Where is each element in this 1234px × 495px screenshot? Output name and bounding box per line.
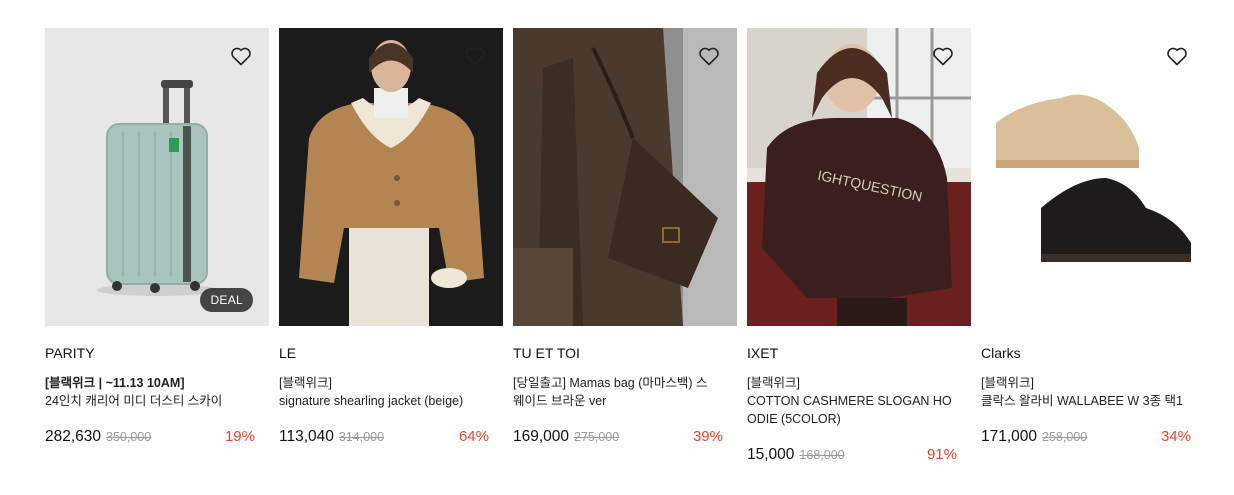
product-row: DEAL PARITY [블랙위크 | ~11.13 10AM] 24인치 캐리… bbox=[0, 0, 1234, 495]
product-title[interactable]: [블랙위크 | ~11.13 10AM] 24인치 캐리어 미디 더스티 스카이 bbox=[45, 374, 269, 428]
product-card[interactable]: TU ET TOI [당일출고] Mamas bag (마마스백) 스 웨이드 … bbox=[513, 28, 737, 446]
price-row: 169,000 275,000 39% bbox=[513, 428, 723, 446]
brown-shoulder-bag-image bbox=[513, 28, 737, 326]
wishlist-heart-icon[interactable] bbox=[229, 44, 253, 68]
sale-price: 171,000 bbox=[981, 428, 1038, 445]
product-image[interactable] bbox=[981, 28, 1205, 326]
product-image[interactable]: DEAL bbox=[45, 28, 269, 326]
wishlist-heart-icon[interactable] bbox=[463, 44, 487, 68]
product-card[interactable]: LE [블랙위크] signature shearling jacket (be… bbox=[279, 28, 503, 446]
wishlist-heart-icon[interactable] bbox=[697, 44, 721, 68]
wallabee-shoes-image bbox=[981, 28, 1205, 326]
product-title[interactable]: [블랙위크] COTTON CASHMERE SLOGAN HOODIE (5C… bbox=[747, 374, 971, 428]
product-tag: [블랙위크] bbox=[981, 376, 1034, 390]
discount-rate: 91% bbox=[926, 446, 957, 463]
price-row: 171,000 258,000 34% bbox=[981, 428, 1191, 446]
mint-suitcase-image bbox=[45, 28, 269, 326]
product-name: COTTON CASHMERE SLOGAN HOODIE (5COLOR) bbox=[747, 394, 952, 426]
discount-rate: 64% bbox=[458, 428, 489, 445]
product-tag: [당일출고] Mamas bag (마마스백) 스 bbox=[513, 376, 708, 390]
price-row: 282,630 350,000 19% bbox=[45, 428, 255, 446]
wishlist-heart-icon[interactable] bbox=[1165, 44, 1189, 68]
discount-rate: 34% bbox=[1160, 428, 1191, 445]
original-price: 258,000 bbox=[1042, 430, 1088, 444]
product-tag: [블랙위크] bbox=[279, 376, 332, 390]
product-brand[interactable]: TU ET TOI bbox=[513, 345, 737, 363]
wishlist-heart-icon[interactable] bbox=[931, 44, 955, 68]
sale-price: 15,000 bbox=[747, 446, 795, 463]
sale-price: 169,000 bbox=[513, 428, 570, 445]
price-row: 15,000 168,000 91% bbox=[747, 446, 957, 464]
sale-price: 282,630 bbox=[45, 428, 102, 445]
product-card[interactable]: Clarks [블랙위크] 클락스 왈라비 WALLABEE W 3종 택1 1… bbox=[981, 28, 1205, 446]
product-name: 클락스 왈라비 WALLABEE W 3종 택1 bbox=[981, 394, 1183, 408]
deal-badge: DEAL bbox=[200, 288, 253, 312]
product-title[interactable]: [블랙위크] signature shearling jacket (beige… bbox=[279, 374, 503, 428]
original-price: 314,000 bbox=[338, 430, 385, 444]
discount-rate: 19% bbox=[224, 428, 255, 445]
price-row: 113,040 314,000 64% bbox=[279, 428, 489, 446]
product-name: signature shearling jacket (beige) bbox=[279, 394, 464, 408]
product-title[interactable]: [블랙위크] 클락스 왈라비 WALLABEE W 3종 택1 bbox=[981, 374, 1205, 428]
sale-price: 113,040 bbox=[279, 428, 334, 445]
product-brand[interactable]: PARITY bbox=[45, 345, 269, 363]
product-tag: [블랙위크 | ~11.13 10AM] bbox=[45, 376, 185, 390]
product-title[interactable]: [당일출고] Mamas bag (마마스백) 스 웨이드 브라운 ver bbox=[513, 374, 737, 428]
product-name: 웨이드 브라운 ver bbox=[513, 394, 607, 408]
shearling-jacket-model-image bbox=[279, 28, 503, 326]
discount-rate: 39% bbox=[692, 428, 723, 445]
original-price: 350,000 bbox=[106, 430, 152, 444]
product-image[interactable]: IGHTQUESTION bbox=[747, 28, 971, 326]
original-price: 168,000 bbox=[799, 448, 845, 462]
product-brand[interactable]: Clarks bbox=[981, 345, 1205, 363]
product-image[interactable] bbox=[279, 28, 503, 326]
product-name: 24인치 캐리어 미디 더스티 스카이 bbox=[45, 394, 223, 408]
product-brand[interactable]: IXET bbox=[747, 345, 971, 363]
product-card[interactable]: IGHTQUESTION IXET [블랙위크] COTTON CASHMERE… bbox=[747, 28, 971, 464]
product-card[interactable]: DEAL PARITY [블랙위크 | ~11.13 10AM] 24인치 캐리… bbox=[45, 28, 269, 446]
product-tag: [블랙위크] bbox=[747, 376, 800, 390]
original-price: 275,000 bbox=[574, 430, 620, 444]
brown-hoodie-model-image: IGHTQUESTION bbox=[747, 28, 971, 326]
product-brand[interactable]: LE bbox=[279, 345, 503, 363]
product-image[interactable] bbox=[513, 28, 737, 326]
